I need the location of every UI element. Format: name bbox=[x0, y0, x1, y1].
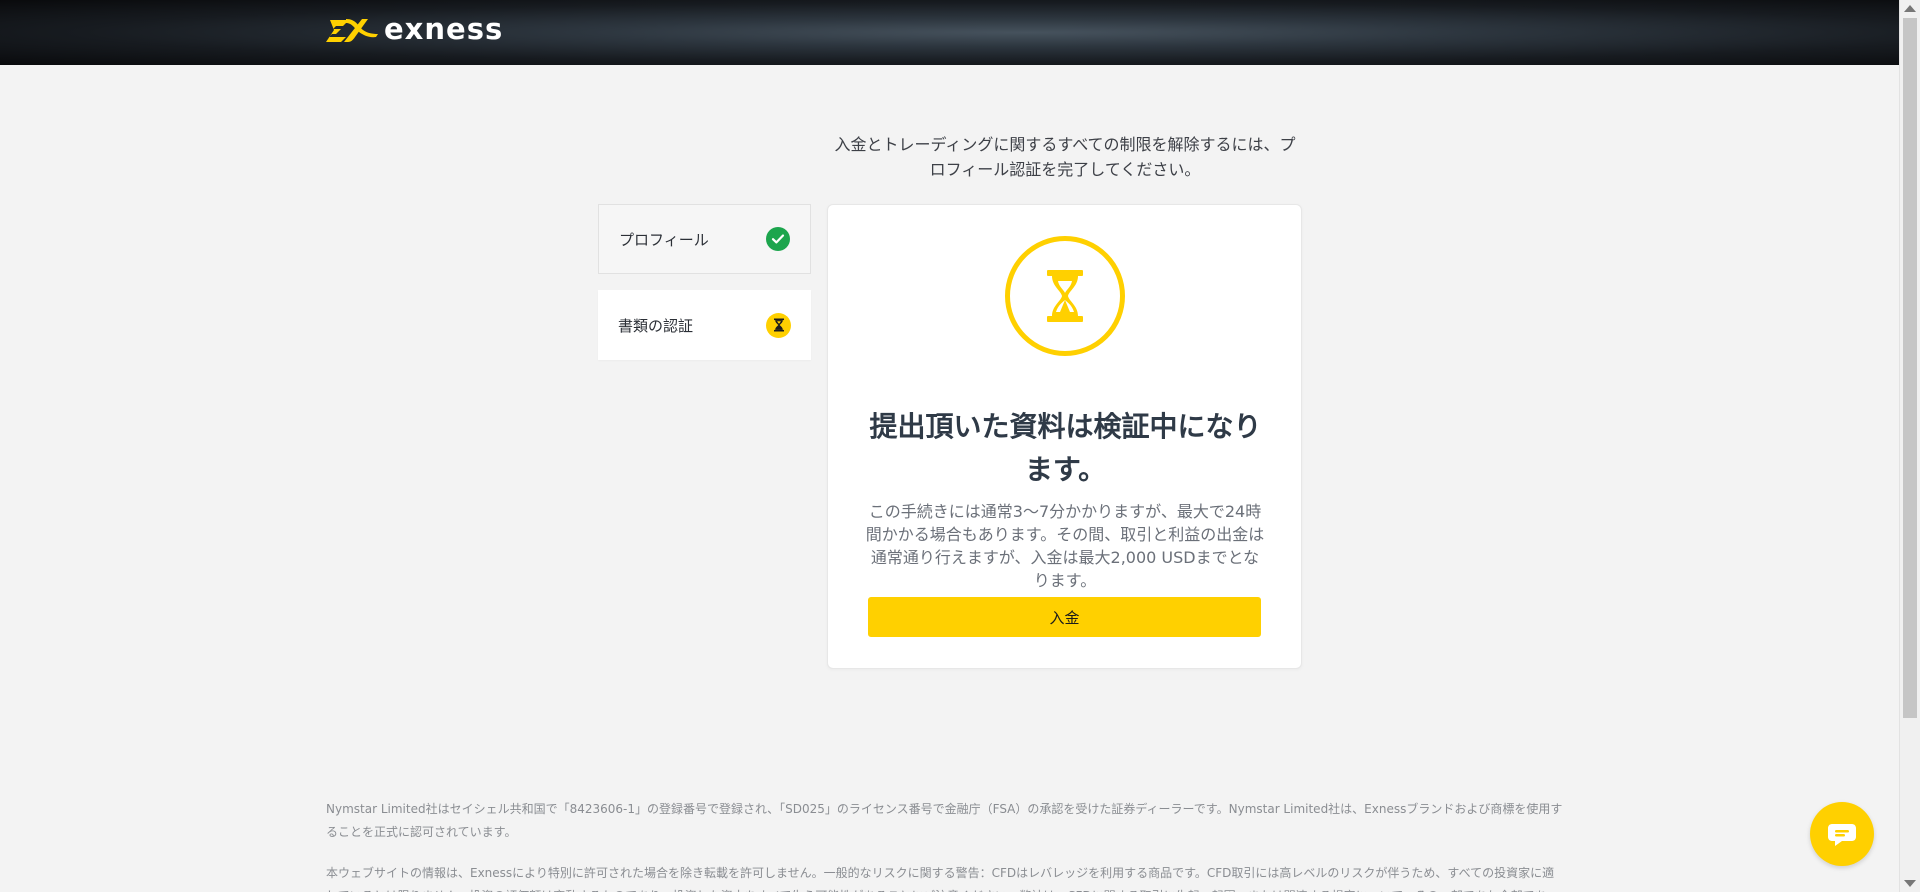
footer-risk-warning-text: 本ウェブサイトの情報は、Exnessにより特別に許可された場合を除き転載を許可し… bbox=[326, 866, 1555, 892]
hourglass-icon bbox=[766, 312, 791, 338]
verification-status-description: この手続きには通常3～7分かかりますが、最大で24時間かかる場合もあります。その… bbox=[865, 502, 1265, 590]
page-scrollbar[interactable] bbox=[1899, 0, 1920, 892]
verification-status-card: 提出頂いた資料は検証中になります。 この手続きには通常3～7分かかりますが、最大… bbox=[827, 204, 1302, 669]
chat-support-button[interactable] bbox=[1810, 802, 1874, 866]
scroll-down-arrow-icon[interactable] bbox=[1904, 880, 1916, 887]
step-profile[interactable]: プロフィール bbox=[598, 204, 811, 274]
check-icon bbox=[766, 227, 790, 251]
top-header: exness bbox=[0, 0, 1900, 65]
chat-icon bbox=[1828, 823, 1856, 846]
small-hourglass-glyph-icon bbox=[773, 318, 784, 332]
brand-name: exness bbox=[384, 12, 504, 46]
verification-pending-hourglass-icon bbox=[1005, 236, 1125, 356]
verification-status-title: 提出頂いた資料は検証中になります。 bbox=[869, 409, 1262, 486]
large-hourglass-glyph-icon bbox=[1047, 270, 1083, 322]
exness-logo-mark-icon bbox=[326, 19, 378, 42]
exness-logo[interactable]: exness bbox=[326, 13, 503, 45]
scroll-up-arrow-icon[interactable] bbox=[1904, 5, 1916, 12]
footer-regulatory-text: Nymstar Limited社はセイシェル共和国で「8423606-1」の登録… bbox=[326, 802, 1563, 839]
step-document-verification-label: 書類の認証 bbox=[618, 316, 694, 335]
step-document-verification[interactable]: 書類の認証 bbox=[598, 290, 811, 360]
verification-page: exness 入金とトレーディングに関するすべての制限を解除するには、プロフィー… bbox=[0, 0, 1920, 892]
step-profile-label: プロフィール bbox=[619, 230, 709, 249]
deposit-button[interactable]: 入金 bbox=[868, 597, 1261, 637]
scrollbar-thumb[interactable] bbox=[1903, 18, 1917, 718]
verification-intro-text: 入金とトレーディングに関するすべての制限を解除するには、プロフィール認証を完了し… bbox=[834, 135, 1296, 179]
checkmark-glyph-icon bbox=[771, 234, 785, 244]
